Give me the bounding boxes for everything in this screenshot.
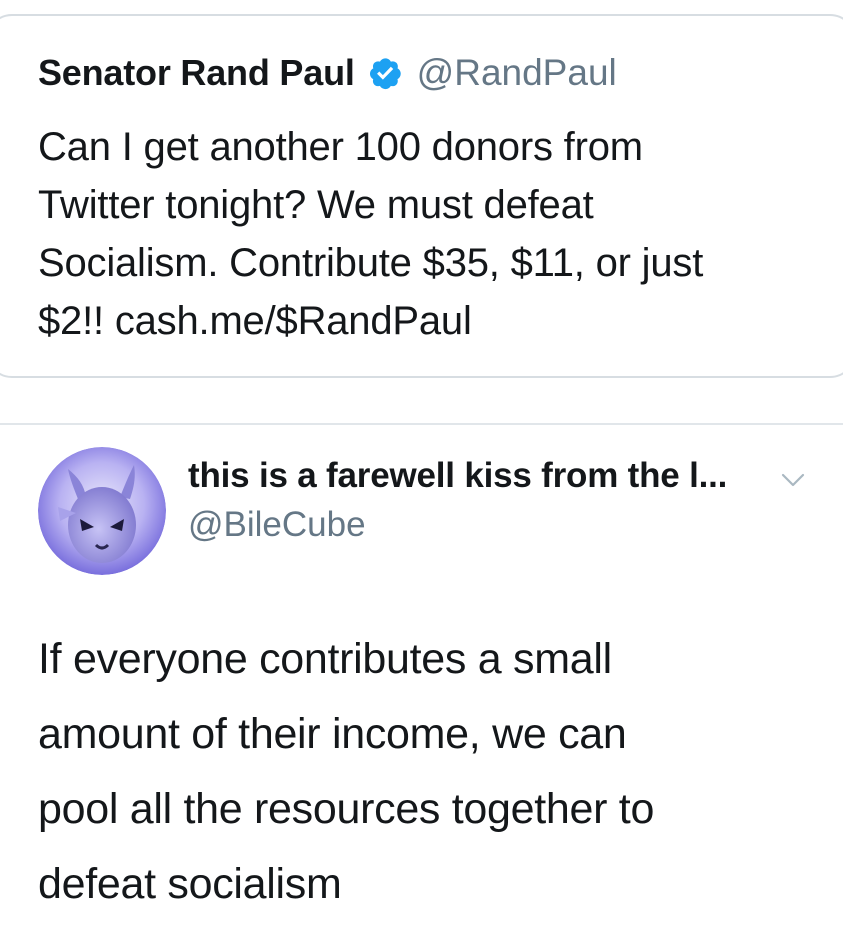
quoted-tweet-text: Can I get another 100 donors from Twitte… xyxy=(38,118,838,350)
quoted-author-name[interactable]: Senator Rand Paul xyxy=(38,52,355,94)
reply-author-handle[interactable]: @BileCube xyxy=(188,505,366,545)
reply-text-line: If everyone contributes a small xyxy=(38,635,612,683)
chevron-down-icon[interactable] xyxy=(780,470,806,490)
quoted-text-line[interactable]: $2!! cash.me/$RandPaul xyxy=(38,292,838,350)
quoted-text-line: Socialism. Contribute $35, $11, or just xyxy=(38,241,704,285)
reply-tweet-text: If everyone contributes a small amount o… xyxy=(38,622,828,922)
quoted-tweet-header: Senator Rand Paul @RandPaul xyxy=(38,44,617,102)
reply-text-line: defeat socialism xyxy=(38,860,342,908)
quoted-text-line: Twitter tonight? We must defeat xyxy=(38,183,594,227)
quoted-text-line: Can I get another 100 donors from xyxy=(38,125,643,169)
reply-text-line: pool all the resources together to xyxy=(38,785,655,833)
verified-badge-icon xyxy=(367,55,403,91)
reply-author-name[interactable]: this is a farewell kiss from the l... xyxy=(188,456,727,496)
tweet-divider xyxy=(0,423,843,425)
quoted-author-handle[interactable]: @RandPaul xyxy=(417,52,617,94)
reply-text-line: amount of their income, we can xyxy=(38,710,627,758)
avatar[interactable] xyxy=(38,447,166,575)
